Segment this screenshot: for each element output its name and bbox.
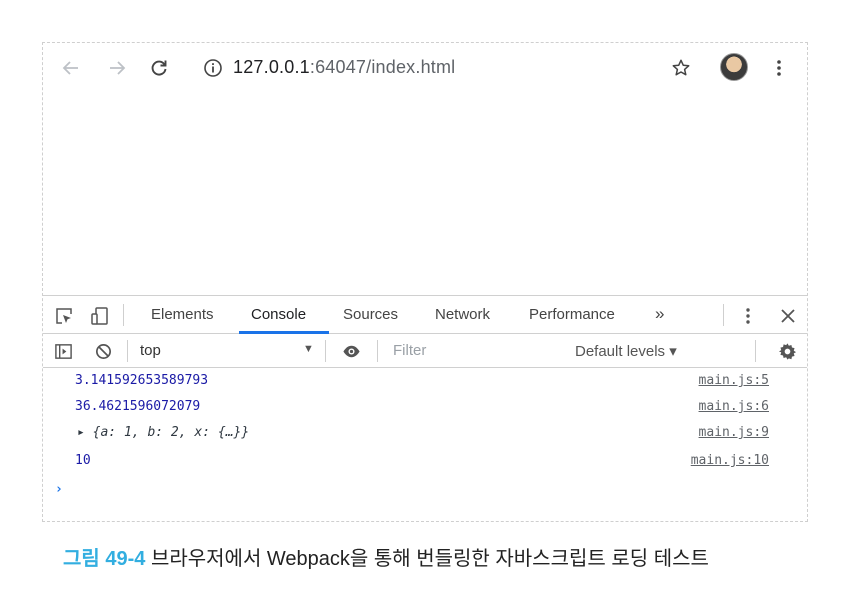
separator [755,340,756,362]
tab-console[interactable]: Console [251,306,306,323]
separator [723,304,724,326]
source-link[interactable]: main.js:5 [699,373,769,388]
address-bar: 127.0.0.1:64047/index.html [43,43,807,93]
close-icon[interactable] [777,305,799,327]
log-levels-dropdown[interactable]: Default levels ▾ [575,342,677,360]
back-arrow-icon[interactable] [59,56,83,80]
separator [377,340,378,362]
star-icon[interactable] [669,56,693,80]
url-host: 127.0.0.1 [233,57,310,77]
device-toolbar-icon[interactable] [89,305,111,327]
tab-elements[interactable]: Elements [151,306,214,323]
tab-sources[interactable]: Sources [343,306,398,323]
clear-console-icon[interactable] [92,340,114,362]
forward-arrow-icon[interactable] [105,56,129,80]
devtools-panel: Elements Console Sources Network Perform… [43,295,807,523]
source-link[interactable]: main.js:6 [699,399,769,414]
reload-icon[interactable] [147,56,171,80]
url-path: :64047/index.html [309,57,456,77]
console-row: 36.4621596072079 main.js:6 [43,396,807,420]
console-value: 36.4621596072079 [75,399,201,414]
browser-window: 127.0.0.1:64047/index.html Elements Cons… [42,42,808,522]
console-value: 10 [75,453,91,468]
url-field[interactable]: 127.0.0.1:64047/index.html [233,57,455,78]
console-row: ▸ {a: 1, b: 2, x: {…}} main.js:9 [43,422,807,446]
console-row: 10 main.js:10 [43,450,807,474]
more-tabs-button[interactable]: » [655,304,664,324]
console-row: 3.141592653589793 main.js:5 [43,370,807,394]
figure-caption: 그림 49-4 브라우저에서 Webpack을 통해 번들링한 자바스크립트 로… [63,542,709,571]
source-link[interactable]: main.js:10 [691,453,769,468]
sidebar-toggle-icon[interactable] [52,340,74,362]
figure-caption-text: 브라우저에서 Webpack을 통해 번들링한 자바스크립트 로딩 테스트 [150,548,709,570]
filter-input[interactable]: Filter [393,342,426,359]
console-value: 3.141592653589793 [75,373,209,388]
devtools-tabbar: Elements Console Sources Network Perform… [43,296,807,334]
live-expression-eye-icon[interactable] [340,340,362,362]
kebab-menu-icon[interactable] [767,56,791,80]
separator [123,304,124,326]
context-selector[interactable]: top [140,342,161,359]
devtools-menu-icon[interactable] [737,305,759,327]
tab-performance[interactable]: Performance [529,306,615,323]
console-toolbar: top ▼ Filter Default levels ▾ [43,334,807,368]
separator [325,340,326,362]
console-prompt[interactable]: › [55,482,63,497]
context-dropdown-caret-icon[interactable]: ▼ [303,343,314,355]
tab-network[interactable]: Network [435,306,490,323]
figure-number: 그림 49-4 [63,548,146,570]
info-icon[interactable] [201,56,225,80]
inspect-element-icon[interactable] [53,305,75,327]
separator [127,340,128,362]
console-object-expander[interactable]: ▸ {a: 1, b: 2, x: {…}} [77,425,249,440]
gear-icon[interactable] [776,340,798,362]
source-link[interactable]: main.js:9 [699,425,769,440]
profile-avatar[interactable] [720,53,748,81]
